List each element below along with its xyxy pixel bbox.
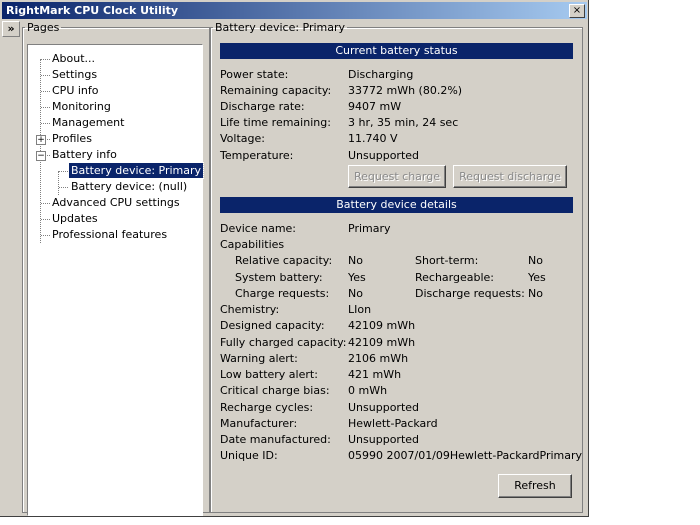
discharge-rate-label: Discharge rate: <box>220 100 305 113</box>
system-battery-label: System battery: <box>235 271 323 284</box>
device-details-header: Battery device details <box>220 197 573 213</box>
tree-item-advanced-cpu-settings[interactable]: Advanced CPU settings <box>52 195 180 210</box>
current-status-header: Current battery status <box>220 43 573 59</box>
capabilities-label: Capabilities <box>220 238 285 251</box>
fully-charged-value: 42109 mWh <box>348 336 416 349</box>
tree-line <box>41 91 50 92</box>
designed-capacity-value: 42109 mWh <box>348 319 416 332</box>
tree-line <box>59 171 68 172</box>
critical-bias-label: Critical charge bias: <box>220 384 330 397</box>
unique-id-label: Unique ID: <box>220 449 278 462</box>
discharge-requests-value: No <box>528 287 543 300</box>
power-state-value: Discharging <box>348 68 414 81</box>
tree-line <box>59 187 68 188</box>
title-bar[interactable]: RightMark CPU Clock Utility × <box>2 2 587 19</box>
chemistry-label: Chemistry: <box>220 303 280 316</box>
main-window: RightMark CPU Clock Utility × » Pages + <box>0 0 589 517</box>
collapse-icon[interactable]: − <box>36 151 46 161</box>
low-battery-alert-value: 421 mWh <box>348 368 402 381</box>
manufacturer-label: Manufacturer: <box>220 417 298 430</box>
tree-item-battery-device-null[interactable]: Battery device: (null) <box>71 179 187 194</box>
tree-item-battery-device-primary[interactable]: Battery device: Primary <box>67 162 205 179</box>
charge-requests-value: No <box>348 287 363 300</box>
short-term-label: Short-term: <box>415 254 479 267</box>
tree-line <box>41 59 50 60</box>
refresh-button[interactable]: Refresh <box>498 474 572 498</box>
tree-item-management[interactable]: Management <box>52 115 124 130</box>
battery-device-legend: Battery device: Primary <box>215 21 346 34</box>
tree-item-about[interactable]: About... <box>52 51 95 66</box>
tree-line <box>58 171 59 195</box>
life-time-value: 3 hr, 35 min, 24 sec <box>348 116 459 129</box>
tree-item-profiles[interactable]: Profiles <box>52 131 92 146</box>
double-chevron-right-icon: » <box>7 22 15 35</box>
voltage-value: 11.740 V <box>348 132 398 145</box>
low-battery-alert-label: Low battery alert: <box>220 368 318 381</box>
tree-item-monitoring[interactable]: Monitoring <box>52 99 111 114</box>
manufacturer-value: Hewlett-Packard <box>348 417 438 430</box>
tree-line <box>41 123 50 124</box>
device-name-value: Primary <box>348 222 391 235</box>
pages-group: Pages + − About... Settings CPU info Mon… <box>22 21 210 516</box>
system-battery-value: Yes <box>348 271 366 284</box>
toggle-pages-button[interactable]: » <box>2 21 20 37</box>
temperature-label: Temperature: <box>220 149 294 162</box>
short-term-value: No <box>528 254 543 267</box>
expand-icon[interactable]: + <box>36 135 46 145</box>
rechargeable-label: Rechargeable: <box>415 271 495 284</box>
tree-item-updates[interactable]: Updates <box>52 211 98 226</box>
voltage-label: Voltage: <box>220 132 265 145</box>
pages-tree[interactable]: + − About... Settings CPU info Monitorin… <box>27 44 205 516</box>
remaining-capacity-value: 33772 mWh (80.2%) <box>348 84 463 97</box>
tree-item-professional-features[interactable]: Professional features <box>52 227 167 242</box>
life-time-label: Life time remaining: <box>220 116 331 129</box>
recharge-cycles-value: Unsupported <box>348 401 420 414</box>
rechargeable-value: Yes <box>528 271 546 284</box>
fully-charged-label: Fully charged capacity: <box>220 336 347 349</box>
tree-line <box>41 219 50 220</box>
close-button[interactable]: × <box>569 4 585 18</box>
unique-id-value: 05990 2007/01/09Hewlett-PackardPrimary <box>348 449 583 462</box>
tree-item-battery-info[interactable]: Battery info <box>52 147 117 162</box>
tree-item-settings[interactable]: Settings <box>52 67 97 82</box>
window-title: RightMark CPU Clock Utility <box>6 4 179 17</box>
chemistry-value: LIon <box>348 303 372 316</box>
date-manufactured-value: Unsupported <box>348 433 420 446</box>
tree-line <box>41 203 50 204</box>
request-discharge-button[interactable]: Request discharge <box>453 165 567 188</box>
pages-legend: Pages <box>27 21 60 34</box>
discharge-rate-value: 9407 mW <box>348 100 402 113</box>
designed-capacity-label: Designed capacity: <box>220 319 325 332</box>
tree-line <box>41 75 50 76</box>
warning-alert-value: 2106 mWh <box>348 352 409 365</box>
recharge-cycles-label: Recharge cycles: <box>220 401 314 414</box>
request-charge-button[interactable]: Request charge <box>348 165 446 188</box>
warning-alert-label: Warning alert: <box>220 352 298 365</box>
close-icon: × <box>572 5 582 16</box>
tree-item-cpu-info[interactable]: CPU info <box>52 83 99 98</box>
tree-line <box>41 235 50 236</box>
temperature-value: Unsupported <box>348 149 420 162</box>
critical-bias-value: 0 mWh <box>348 384 388 397</box>
charge-requests-label: Charge requests: <box>235 287 330 300</box>
relative-capacity-value: No <box>348 254 363 267</box>
relative-capacity-label: Relative capacity: <box>235 254 333 267</box>
discharge-requests-label: Discharge requests: <box>415 287 525 300</box>
device-name-label: Device name: <box>220 222 297 235</box>
remaining-capacity-label: Remaining capacity: <box>220 84 332 97</box>
power-state-label: Power state: <box>220 68 289 81</box>
tree-line <box>41 107 50 108</box>
date-manufactured-label: Date manufactured: <box>220 433 331 446</box>
